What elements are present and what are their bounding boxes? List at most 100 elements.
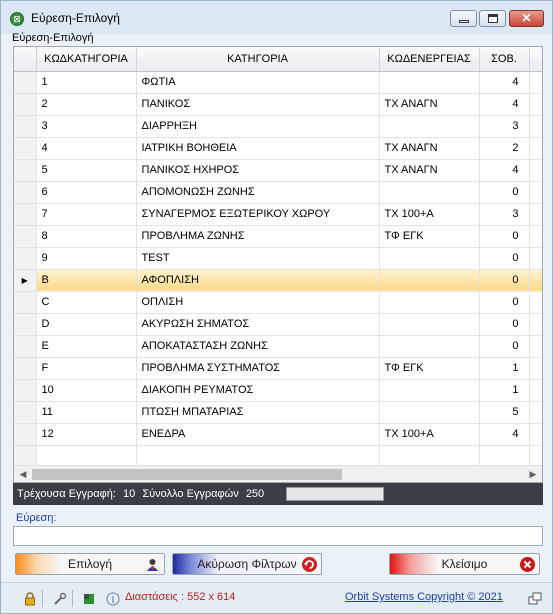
row-header[interactable] xyxy=(14,247,37,270)
cell-action[interactable]: ΤΧ ΑΝΑΓΝ xyxy=(379,137,480,160)
cell-severity[interactable]: 0 xyxy=(479,269,530,292)
cell-code[interactable]: 12 xyxy=(36,423,137,446)
cell-filler[interactable] xyxy=(529,291,542,314)
cell-filler[interactable] xyxy=(529,93,542,116)
cell-action[interactable]: ΤΧ ΑΝΑΓΝ xyxy=(379,159,480,182)
cell-category[interactable]: ΠΡΟΒΛΗΜΑ ΖΩΝΗΣ xyxy=(136,225,380,248)
cell-category[interactable]: ΑΚΥΡΩΣΗ ΣΗΜΑΤΟΣ xyxy=(136,313,380,336)
title-bar[interactable]: ⊠ Εύρεση-Επιλογή ✕ xyxy=(1,1,552,34)
table-row[interactable]: F ΠΡΟΒΛΗΜΑ ΣΥΣΤΗΜΑΤΟΣ ΤΦ ΕΓΚ 1 xyxy=(14,357,542,380)
cell-category[interactable]: ΦΩΤΙΑ xyxy=(136,71,380,94)
cell-severity[interactable]: 0 xyxy=(479,335,530,358)
cell-severity[interactable]: 1 xyxy=(479,357,530,380)
data-grid[interactable]: ΚΩΔΚΑΤΗΓΟΡΙΑ ΚΑΤΗΓΟΡΙΑ ΚΩΔΕΝΕΡΓΕΙΑΣ ΣΟΒ.… xyxy=(13,46,543,483)
table-row[interactable]: 5 ΠΑΝΙΚΟΣ ΗΧΗΡΟΣ ΤΧ ΑΝΑΓΝ 4 xyxy=(14,159,542,182)
cell-category[interactable]: ΠΑΝΙΚΟΣ xyxy=(136,93,380,116)
cell-code[interactable]: 4 xyxy=(36,137,137,160)
column-header-category[interactable]: ΚΑΤΗΓΟΡΙΑ xyxy=(136,47,380,72)
cell-severity[interactable]: 4 xyxy=(479,71,530,94)
cell-category[interactable]: ΑΠΟΚΑΤΑΣΤΑΣΗ ΖΩΝΗΣ xyxy=(136,335,380,358)
cell-filler[interactable] xyxy=(529,203,542,226)
row-header[interactable]: ▶ xyxy=(14,269,37,292)
cell-action[interactable]: ΤΦ ΕΓΚ xyxy=(379,357,480,380)
cell-filler[interactable] xyxy=(529,247,542,270)
cell-filler[interactable] xyxy=(529,225,542,248)
scrollbar-thumb[interactable] xyxy=(32,469,342,480)
cell-filler[interactable] xyxy=(529,335,542,358)
cell-filler[interactable] xyxy=(529,313,542,336)
row-header[interactable] xyxy=(14,291,37,314)
cell-severity[interactable]: 0 xyxy=(479,225,530,248)
cell-action[interactable]: ΤΧ 100+Α xyxy=(379,423,480,446)
cell-action[interactable] xyxy=(379,115,480,138)
tools-icon[interactable] xyxy=(53,592,67,606)
cell-category[interactable]: TEST xyxy=(136,247,380,270)
cell-action[interactable] xyxy=(379,335,480,358)
column-header-action[interactable]: ΚΩΔΕΝΕΡΓΕΙΑΣ xyxy=(379,47,480,72)
cell-severity[interactable]: 4 xyxy=(479,93,530,116)
horizontal-scrollbar[interactable]: ◀ ▶ xyxy=(14,465,542,482)
cell-category[interactable]: ΟΠΛΙΣΗ xyxy=(136,291,380,314)
table-row[interactable]: 3 ΔΙΑΡΡΗΞΗ 3 xyxy=(14,115,542,138)
cell-action[interactable]: ΤΧ 100+Α xyxy=(379,203,480,226)
row-header[interactable] xyxy=(14,93,37,116)
cell-category[interactable]: ΠΤΩΣΗ ΜΠΑΤΑΡΙΑΣ xyxy=(136,401,380,424)
cell-code[interactable]: 8 xyxy=(36,225,137,248)
cell-severity[interactable]: 0 xyxy=(479,247,530,270)
column-header-severity[interactable]: ΣΟΒ. xyxy=(479,47,530,72)
table-row[interactable]: 4 ΙΑΤΡΙΚΗ ΒΟΗΘΕΙΑ ΤΧ ΑΝΑΓΝ 2 xyxy=(14,137,542,160)
cell-action[interactable] xyxy=(379,313,480,336)
close-button[interactable]: Κλείσιμο xyxy=(389,553,540,575)
row-header[interactable] xyxy=(14,379,37,402)
cell-category[interactable]: ΔΙΑΚΟΠΗ ΡΕΥΜΑΤΟΣ xyxy=(136,379,380,402)
cell-severity[interactable]: 5 xyxy=(479,401,530,424)
row-header[interactable] xyxy=(14,225,37,248)
close-window-button[interactable]: ✕ xyxy=(509,10,544,27)
flag-icon[interactable] xyxy=(82,592,96,606)
cell-filler[interactable] xyxy=(529,71,542,94)
cell-filler[interactable] xyxy=(529,423,542,446)
search-input[interactable] xyxy=(13,526,543,546)
cell-code[interactable]: 11 xyxy=(36,401,137,424)
cell-code[interactable]: 10 xyxy=(36,379,137,402)
cell-action[interactable] xyxy=(379,71,480,94)
cell-category[interactable]: ΑΠΟΜΟΝΩΣΗ ΖΩΝΗΣ xyxy=(136,181,380,204)
cell-category[interactable]: ΑΦΟΠΛΙΣΗ xyxy=(136,269,380,292)
cell-filler[interactable] xyxy=(529,181,542,204)
lock-icon[interactable] xyxy=(23,592,37,606)
cell-filler[interactable] xyxy=(529,159,542,182)
cell-code[interactable]: 5 xyxy=(36,159,137,182)
cell-code[interactable]: B xyxy=(36,269,137,292)
table-row[interactable]: 1 ΦΩΤΙΑ 4 xyxy=(14,71,542,94)
cell-action[interactable] xyxy=(379,247,480,270)
select-button[interactable]: Επιλογή xyxy=(15,553,165,575)
maximize-button[interactable] xyxy=(479,10,506,27)
row-header[interactable] xyxy=(14,137,37,160)
cell-category[interactable]: ΙΑΤΡΙΚΗ ΒΟΗΘΕΙΑ xyxy=(136,137,380,160)
cell-severity[interactable]: 4 xyxy=(479,159,530,182)
row-header[interactable] xyxy=(14,357,37,380)
cell-category[interactable]: ΔΙΑΡΡΗΞΗ xyxy=(136,115,380,138)
cell-filler[interactable] xyxy=(529,269,542,292)
cell-action[interactable] xyxy=(379,291,480,314)
table-row[interactable]: 12 ΕΝΕΔΡΑ ΤΧ 100+Α 4 xyxy=(14,423,542,446)
clear-filters-button[interactable]: Ακύρωση Φίλτρων xyxy=(172,553,322,575)
cell-code[interactable]: D xyxy=(36,313,137,336)
cell-severity[interactable]: 0 xyxy=(479,181,530,204)
row-header[interactable] xyxy=(14,313,37,336)
table-row[interactable]: 11 ΠΤΩΣΗ ΜΠΑΤΑΡΙΑΣ 5 xyxy=(14,401,542,424)
table-row[interactable]: D ΑΚΥΡΩΣΗ ΣΗΜΑΤΟΣ 0 xyxy=(14,313,542,336)
row-header[interactable] xyxy=(14,423,37,446)
table-row[interactable]: 10 ΔΙΑΚΟΠΗ ΡΕΥΜΑΤΟΣ 1 xyxy=(14,379,542,402)
row-header[interactable] xyxy=(14,159,37,182)
cell-action[interactable] xyxy=(379,401,480,424)
cell-filler[interactable] xyxy=(529,357,542,380)
cell-action[interactable] xyxy=(379,181,480,204)
scroll-left-icon[interactable]: ◀ xyxy=(16,468,30,480)
table-row[interactable]: 8 ΠΡΟΒΛΗΜΑ ΖΩΝΗΣ ΤΦ ΕΓΚ 0 xyxy=(14,225,542,248)
row-header[interactable] xyxy=(14,115,37,138)
cell-code[interactable]: C xyxy=(36,291,137,314)
table-row[interactable]: E ΑΠΟΚΑΤΑΣΤΑΣΗ ΖΩΝΗΣ 0 xyxy=(14,335,542,358)
cell-severity[interactable]: 4 xyxy=(479,423,530,446)
cell-filler[interactable] xyxy=(529,115,542,138)
